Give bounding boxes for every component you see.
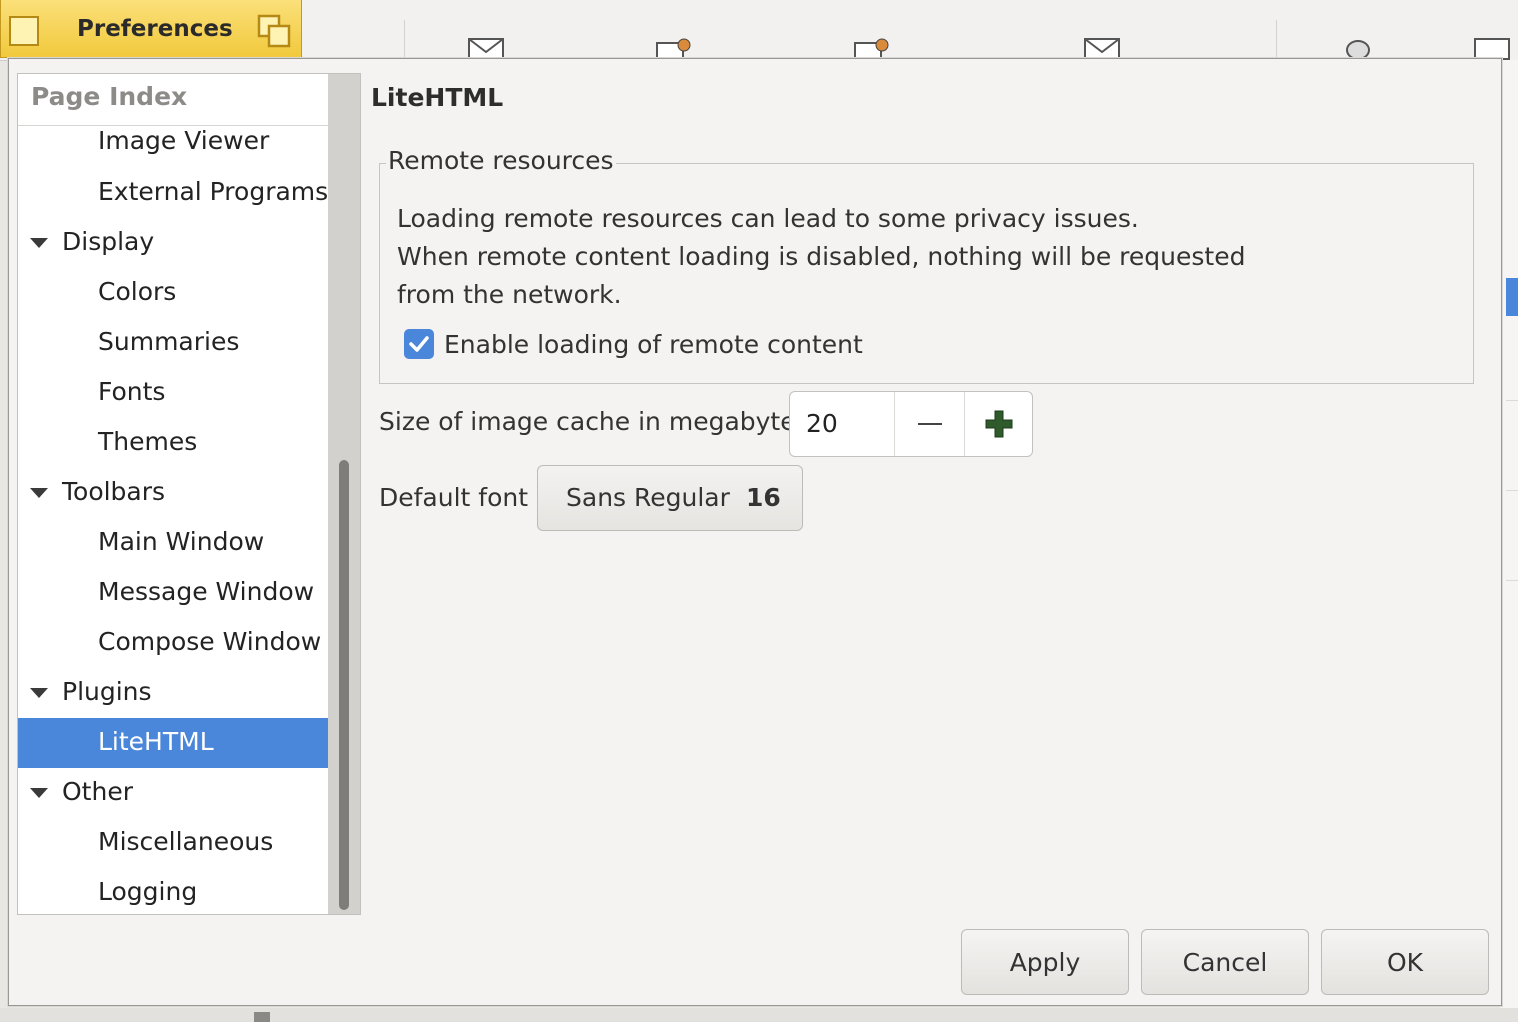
group-legend: Remote resources	[386, 146, 616, 175]
scrollbar-thumb[interactable]	[339, 460, 349, 910]
font-name: Sans Regular	[566, 483, 730, 512]
sidebar-item-label: Fonts	[98, 377, 166, 406]
maximize-icon[interactable]	[257, 14, 293, 50]
sidebar-item-main-window[interactable]: Main Window	[18, 518, 328, 568]
font-chooser-button[interactable]: Sans Regular 16	[537, 465, 803, 531]
row-divider	[1506, 400, 1518, 401]
sidebar-item-litehtml[interactable]: LiteHTML	[18, 718, 328, 768]
image-cache-value[interactable]: 20	[806, 409, 838, 438]
sidebar-item-label: Summaries	[98, 327, 240, 356]
expander-arrow-icon[interactable]	[30, 788, 48, 798]
sidebar-item-external-programs[interactable]: External Programs	[18, 168, 328, 218]
sidebar-item-label: Themes	[98, 427, 198, 456]
sidebar-item-themes[interactable]: Themes	[18, 418, 328, 468]
trash-icon	[1346, 40, 1370, 60]
sidebar-item-summaries[interactable]: Summaries	[18, 318, 328, 368]
row-divider	[1506, 580, 1518, 581]
cancel-button[interactable]: Cancel	[1141, 929, 1309, 995]
toolbar-separator	[1276, 20, 1277, 60]
sidebar-item-label: Miscellaneous	[98, 827, 274, 856]
sidebar-scrollbar[interactable]	[328, 74, 360, 914]
expander-arrow-icon[interactable]	[30, 488, 48, 498]
notice-line: When remote content loading is disabled,…	[397, 242, 1246, 271]
mail-icon	[1474, 38, 1510, 60]
page-title: LiteHTML	[371, 83, 504, 112]
sidebar-item-toolbars[interactable]: Toolbars	[18, 468, 328, 518]
sidebar-item-label: Display	[62, 227, 155, 256]
sidebar-item-fonts[interactable]: Fonts	[18, 368, 328, 418]
sidebar-item-label: Message Window	[98, 577, 315, 606]
sidebar-item-logging[interactable]: Logging	[18, 868, 328, 914]
sidebar-item-image-viewer[interactable]: Image Viewer	[18, 126, 328, 168]
sidebar-item-label: Main Window	[98, 527, 265, 556]
resize-handle	[254, 1012, 270, 1022]
checkbox-checked-icon[interactable]	[404, 329, 434, 359]
sidebar-item-label: Toolbars	[62, 477, 166, 506]
row-divider	[1506, 490, 1518, 491]
window-title: Preferences	[77, 16, 233, 42]
window-title-bar[interactable]: Preferences	[0, 0, 302, 58]
sidebar-item-label: External Programs	[98, 177, 329, 206]
default-font-label: Default font	[379, 483, 529, 512]
image-cache-spinbutton[interactable]: 20	[789, 391, 1033, 457]
sidebar-item-label: LiteHTML	[98, 727, 214, 756]
sidebar-item-label: Colors	[98, 277, 177, 306]
background-statusbar	[0, 1008, 1518, 1022]
mail-icon	[468, 38, 504, 60]
preferences-dialog: Page Index Image Viewer External Programs…	[8, 58, 1502, 1006]
remote-resources-group: Remote resources Loading remote resource…	[379, 146, 1474, 384]
window-menu-button[interactable]	[9, 16, 39, 46]
forward-icon	[1084, 38, 1120, 60]
sidebar-item-compose-window[interactable]: Compose Window	[18, 618, 328, 668]
tree-list: Image Viewer External Programs Display Colo…	[18, 126, 328, 914]
notice-line: Loading remote resources can lead to som…	[397, 204, 1139, 233]
sidebar-item-label: Logging	[98, 877, 198, 906]
checkbox-label[interactable]: Enable loading of remote content	[444, 330, 863, 359]
sidebar-item-label: Other	[62, 777, 133, 806]
enable-remote-content-checkbox[interactable]: Enable loading of remote content	[404, 328, 863, 360]
reply-all-icon	[854, 38, 889, 60]
minus-icon	[918, 423, 942, 425]
sidebar-item-other[interactable]: Other	[18, 768, 328, 818]
sidebar-item-colors[interactable]: Colors	[18, 268, 328, 318]
page-index-header: Page Index	[18, 74, 328, 126]
sidebar-item-display[interactable]: Display	[18, 218, 328, 268]
sidebar-item-label: Compose Window	[98, 627, 322, 656]
reply-icon	[656, 38, 691, 60]
privacy-notice: Loading remote resources can lead to som…	[397, 200, 1245, 314]
notice-line: from the network.	[397, 280, 622, 309]
decrement-button[interactable]	[894, 392, 965, 456]
plus-icon	[985, 410, 1013, 438]
expander-arrow-icon[interactable]	[30, 688, 48, 698]
sidebar-item-label: Plugins	[62, 677, 152, 706]
font-size: 16	[746, 483, 781, 512]
sidebar-item-plugins[interactable]: Plugins	[18, 668, 328, 718]
expander-arrow-icon[interactable]	[30, 238, 48, 248]
background-message-list	[1500, 60, 1518, 1022]
toolbar-separator	[404, 20, 405, 60]
page-index-tree[interactable]: Page Index Image Viewer External Programs…	[17, 73, 361, 915]
selected-row	[1506, 278, 1518, 316]
sidebar-item-message-window[interactable]: Message Window	[18, 568, 328, 618]
ok-button[interactable]: OK	[1321, 929, 1489, 995]
sidebar-item-label: Image Viewer	[98, 126, 270, 155]
image-cache-label: Size of image cache in megabytes	[379, 407, 809, 436]
sidebar-item-miscellaneous[interactable]: Miscellaneous	[18, 818, 328, 868]
increment-button[interactable]	[964, 392, 1032, 456]
apply-button[interactable]: Apply	[961, 929, 1129, 995]
